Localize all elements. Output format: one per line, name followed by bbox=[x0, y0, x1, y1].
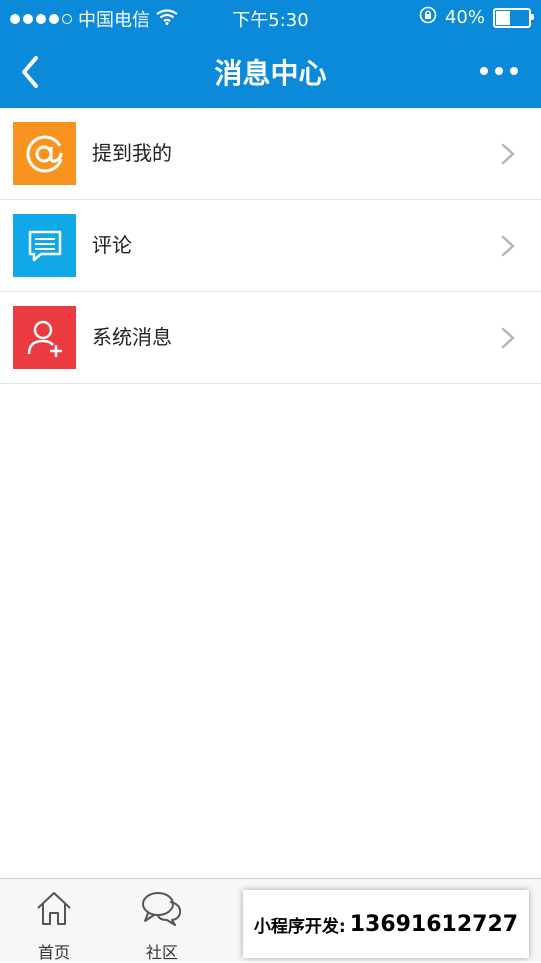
more-dots-icon bbox=[480, 67, 488, 75]
battery-icon bbox=[493, 7, 534, 28]
watermark-number: 13691612727 bbox=[349, 911, 519, 937]
page-title: 消息中心 bbox=[214, 57, 327, 90]
list-item-mentions[interactable]: 提到我的 bbox=[0, 108, 541, 200]
tab-community[interactable]: 社区 bbox=[108, 879, 216, 962]
more-button[interactable] bbox=[477, 58, 521, 84]
nav-bar: 消息中心 bbox=[0, 36, 541, 108]
message-list: 提到我的 评论 系统消息 bbox=[0, 108, 541, 384]
chat-bubbles-icon bbox=[142, 892, 182, 926]
chevron-right-icon bbox=[501, 143, 515, 165]
rotation-lock-icon bbox=[419, 6, 437, 29]
chevron-right-icon bbox=[501, 327, 515, 349]
status-bar: 中国电信 下午5:30 40% bbox=[0, 0, 541, 36]
watermark-label: 小程序开发: bbox=[253, 916, 346, 937]
comment-icon bbox=[13, 214, 76, 277]
tab-label: 首页 bbox=[37, 943, 70, 962]
battery-percent: 40% bbox=[444, 7, 485, 28]
status-right: 40% bbox=[419, 6, 534, 29]
user-add-icon bbox=[13, 306, 76, 369]
list-item-label: 提到我的 bbox=[92, 141, 172, 165]
list-item-comments[interactable]: 评论 bbox=[0, 200, 541, 292]
list-item-system-messages[interactable]: 系统消息 bbox=[0, 292, 541, 384]
tab-label: 社区 bbox=[145, 943, 178, 962]
chevron-right-icon bbox=[501, 235, 515, 257]
list-item-label: 系统消息 bbox=[92, 325, 172, 349]
watermark-banner: 小程序开发: 13691612727 bbox=[243, 890, 529, 958]
home-icon bbox=[37, 892, 71, 925]
app-header: 中国电信 下午5:30 40% 消息中心 bbox=[0, 0, 541, 108]
tab-home[interactable]: 首页 bbox=[0, 879, 108, 962]
at-icon bbox=[13, 122, 76, 185]
list-item-label: 评论 bbox=[92, 233, 132, 257]
